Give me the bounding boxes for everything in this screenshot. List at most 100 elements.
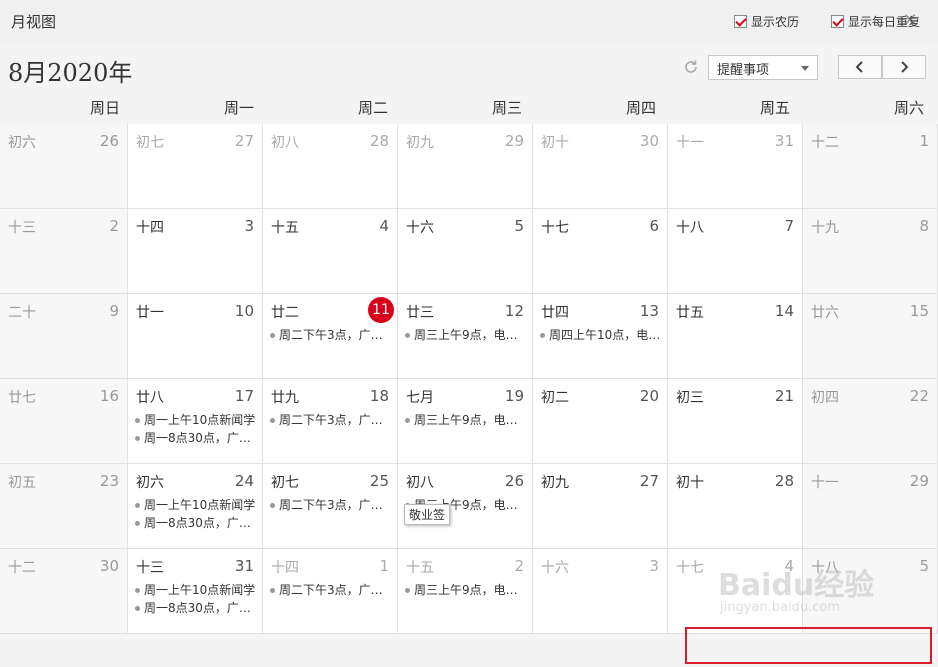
lunar-date: 初六	[136, 475, 164, 491]
day-cell[interactable]: 初七 25 周二下午3点，广播节目	[263, 464, 398, 549]
day-cell[interactable]: 初四 22	[803, 379, 938, 464]
day-cell[interactable]: 初九 27	[533, 464, 668, 549]
day-cell[interactable]: 初六 24 周一上午10点新闻学周一8点30点，广播节目	[128, 464, 263, 549]
day-cell[interactable]: 初十 30	[533, 124, 668, 209]
event-item[interactable]: 周三上午9点，电视节目	[405, 581, 527, 599]
day-cell[interactable]: 十五 4	[263, 209, 398, 294]
day-cell[interactable]: 十二 1	[803, 124, 938, 209]
lunar-date: 廿五	[676, 305, 704, 321]
day-cell[interactable]: 十四 3	[128, 209, 263, 294]
day-cell[interactable]: 十八 7	[668, 209, 803, 294]
event-list: 周二下午3点，广播节目	[270, 411, 392, 429]
lunar-date: 廿七	[8, 390, 36, 406]
day-number: 4	[379, 217, 389, 235]
day-number: 30	[99, 557, 119, 575]
event-item[interactable]: 周一上午10点新闻学	[135, 411, 257, 429]
day-number: 14	[774, 302, 794, 320]
day-cell[interactable]: 十二 30	[0, 549, 128, 634]
event-item[interactable]: 周一上午10点新闻学	[135, 581, 257, 599]
chevron-right-icon	[901, 61, 909, 73]
event-item[interactable]: 周一8点30点，广播节目	[135, 514, 257, 532]
day-cell[interactable]: 十七 6	[533, 209, 668, 294]
day-cell[interactable]: 廿四 13 周四上午10点，电视节目	[533, 294, 668, 379]
day-cell[interactable]: 廿八 17 周一上午10点新闻学周一8点30点，广播节目	[128, 379, 263, 464]
checkbox-checked-icon	[831, 15, 844, 28]
lunar-date: 初七	[271, 475, 299, 491]
day-cell[interactable]: 初九 29	[398, 124, 533, 209]
day-number: 30	[639, 132, 659, 150]
day-cell[interactable]: 初八 28	[263, 124, 398, 209]
day-cell[interactable]: 七月 19 周三上午9点，电视节目	[398, 379, 533, 464]
event-item[interactable]: 周二下午3点，广播节目	[270, 411, 392, 429]
lunar-date: 十一	[676, 135, 704, 151]
day-cell[interactable]: 廿六 15	[803, 294, 938, 379]
event-item[interactable]: 周二下午3点，广播节目	[270, 326, 392, 344]
day-cell[interactable]: 十一 31	[668, 124, 803, 209]
lunar-date: 十三	[136, 560, 164, 576]
month-title: 8月2020年	[8, 59, 133, 87]
day-cell[interactable]: 初五 23	[0, 464, 128, 549]
lunar-date: 十一	[811, 475, 839, 491]
next-month-button[interactable]	[882, 55, 926, 79]
event-list: 周二下午3点，广播节目	[270, 326, 392, 344]
day-cell[interactable]: 十六 3	[533, 549, 668, 634]
day-cell[interactable]: 十一 29	[803, 464, 938, 549]
event-list: 周三上午9点，电视节目	[405, 581, 527, 599]
day-cell[interactable]: 十三 2	[0, 209, 128, 294]
event-item[interactable]: 周一8点30点，广播节目	[135, 429, 257, 447]
day-cell[interactable]: 二十 9	[0, 294, 128, 379]
day-cell[interactable]: 十六 5	[398, 209, 533, 294]
options-highlight-box	[685, 627, 932, 664]
day-cell[interactable]: 初十 28	[668, 464, 803, 549]
lunar-date: 二十	[8, 305, 36, 321]
lunar-date: 初八	[271, 135, 299, 151]
day-number: 2	[514, 557, 524, 575]
show-lunar-checkbox[interactable]: 显示农历	[734, 13, 799, 30]
tooltip: 敬业签	[404, 504, 451, 525]
event-item[interactable]: 周三上午9点，电视节目	[405, 326, 527, 344]
watermark-logo: Baidu经验	[718, 568, 875, 603]
day-number: 26	[99, 132, 119, 150]
day-cell[interactable]: 十五 2 周三上午9点，电视节目	[398, 549, 533, 634]
event-item[interactable]: 周四上午10点，电视节目	[540, 326, 662, 344]
day-cell[interactable]: 初三 21	[668, 379, 803, 464]
event-item[interactable]: 周二下午3点，广播节目	[270, 496, 392, 514]
lunar-date: 初七	[136, 135, 164, 151]
event-list: 周三上午9点，电视节目	[405, 411, 527, 429]
type-select[interactable]: 提醒事项	[708, 55, 818, 80]
day-cell[interactable]: 廿九 18 周二下午3点，广播节目	[263, 379, 398, 464]
day-cell[interactable]: 廿二 11 周二下午3点，广播节目	[263, 294, 398, 379]
day-cell[interactable]: 廿一 10	[128, 294, 263, 379]
lunar-date: 初三	[676, 390, 704, 406]
day-cell[interactable]: 初二 20	[533, 379, 668, 464]
day-cell[interactable]: 廿三 12 周三上午9点，电视节目	[398, 294, 533, 379]
lunar-date: 十二	[811, 135, 839, 151]
day-cell[interactable]: 廿五 14	[668, 294, 803, 379]
event-item[interactable]: 周一上午10点新闻学	[135, 496, 257, 514]
day-cell[interactable]: 初六 26	[0, 124, 128, 209]
refresh-icon[interactable]	[683, 59, 699, 75]
prev-month-button[interactable]	[838, 55, 882, 79]
lunar-date: 七月	[406, 390, 434, 406]
day-cell[interactable]: 十三 31 周一上午10点新闻学周一8点30点，广播节目	[128, 549, 263, 634]
show-daily-repeat-checkbox[interactable]: 显示每日重复	[831, 13, 920, 30]
weekday-label: 周三	[491, 99, 522, 117]
lunar-date: 廿六	[811, 305, 839, 321]
day-number: 21	[774, 387, 794, 405]
event-list: 周一上午10点新闻学周一8点30点，广播节目	[135, 581, 257, 617]
lunar-date: 十九	[811, 220, 839, 236]
day-cell[interactable]: 十九 8	[803, 209, 938, 294]
day-cell[interactable]: 十四 1 周二下午3点，广播节目	[263, 549, 398, 634]
weekday-label: 周六	[893, 99, 924, 117]
day-number: 29	[504, 132, 524, 150]
day-number: 31	[774, 132, 794, 150]
event-item[interactable]: 周一8点30点，广播节目	[135, 599, 257, 617]
lunar-date: 十七	[676, 560, 704, 576]
event-item[interactable]: 周二下午3点，广播节目	[270, 581, 392, 599]
day-cell[interactable]: 廿七 16	[0, 379, 128, 464]
event-item[interactable]: 周三上午9点，电视节目	[405, 411, 527, 429]
watermark-url: jingyan.baidu.com	[720, 600, 840, 615]
type-select-value: 提醒事项	[717, 63, 770, 78]
lunar-date: 初六	[8, 135, 36, 151]
day-cell[interactable]: 初七 27	[128, 124, 263, 209]
